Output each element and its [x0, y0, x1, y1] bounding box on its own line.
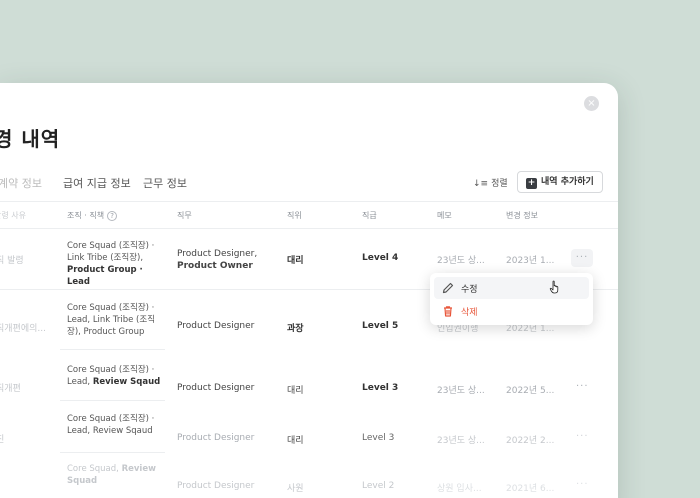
pencil-icon — [442, 282, 454, 294]
col-header-org: 조직 · 직책? — [67, 210, 118, 221]
position-cell: 사원 — [287, 484, 304, 494]
col-header-change: 변경 정보 — [506, 211, 538, 220]
job-cell: Product Designer — [177, 481, 255, 491]
position-cell: 대리 — [287, 386, 304, 396]
help-icon[interactable]: ? — [107, 211, 118, 221]
row-divider — [0, 228, 618, 229]
reason-cell: 진 — [0, 435, 5, 445]
memo-cell: 상원 입사... — [437, 484, 482, 494]
org-cell: Core Squad, Review Squad — [67, 464, 156, 486]
change-cell: 2022년 2... — [506, 436, 555, 446]
org-cell: Core Squad (조직장) · Lead, Review Sqaud — [67, 414, 155, 436]
modal-title: 경 내역 — [0, 127, 61, 151]
job-cell: Product Designer — [177, 321, 255, 331]
col-header-memo: 메모 — [437, 211, 452, 220]
memo-cell: 23년도 상... — [437, 256, 485, 266]
row-divider — [60, 452, 165, 453]
reason-cell: 직개편에의... — [0, 324, 46, 334]
sort-label: 정렬 — [491, 179, 508, 189]
sort-button[interactable]: ↓≡ 정렬 — [473, 176, 508, 189]
col-header-grade: 직급 — [362, 211, 377, 220]
trash-icon — [444, 306, 452, 317]
tab-contract-info[interactable]: 계약 정보 — [0, 175, 42, 191]
grade-cell: Level 2 — [362, 481, 395, 491]
edit-menu-item[interactable]: 수정 — [434, 277, 589, 299]
more-options-icon[interactable]: ··· — [576, 431, 589, 442]
more-options-icon[interactable]: ··· — [576, 479, 589, 490]
job-cell: Product Designer — [177, 383, 255, 393]
plus-icon: + — [526, 178, 537, 189]
header-divider — [0, 201, 618, 202]
edit-label: 수정 — [461, 285, 478, 295]
memo-cell: 23년도 상... — [437, 436, 485, 446]
row-divider — [60, 400, 165, 401]
change-cell: 2022년 5... — [506, 386, 555, 396]
position-cell: 과장 — [287, 324, 304, 334]
delete-label: 삭제 — [461, 308, 478, 318]
add-history-label: 내역 추가하기 — [541, 177, 594, 187]
col-header-position: 직위 — [287, 211, 302, 220]
position-cell: 대리 — [287, 256, 304, 266]
memo-cell: 23년도 상... — [437, 386, 485, 396]
reason-cell: 직개편 — [0, 384, 21, 394]
position-cell: 대리 — [287, 436, 304, 446]
more-options-icon[interactable]: ··· — [571, 249, 593, 267]
tab-work-info[interactable]: 근무 정보 — [143, 175, 187, 191]
row-divider — [60, 349, 165, 350]
col-header-job: 직무 — [177, 211, 192, 220]
grade-cell: Level 3 — [362, 383, 399, 393]
tab-payroll-info[interactable]: 급여 지급 정보 — [63, 175, 131, 191]
change-cell: 2023년 1... — [506, 256, 555, 266]
reason-cell: 직 발령 — [0, 256, 24, 266]
hand-cursor-icon — [549, 280, 559, 294]
org-cell: Core Squad (조직장) · Link Tribe (조직장), Pro… — [67, 241, 155, 287]
change-cell: 2021년 6... — [506, 484, 555, 494]
more-options-icon[interactable]: ··· — [576, 381, 589, 392]
org-cell: Core Squad (조직장) · Lead, Link Tribe (조직장… — [67, 303, 156, 337]
row-context-menu: 수정 삭제 — [430, 273, 593, 325]
org-cell: Core Squad (조직장) · Lead, Review Sqaud — [67, 365, 161, 387]
job-cell: Product Designer, Product Owner — [177, 249, 258, 271]
add-history-button[interactable]: + 내역 추가하기 — [517, 171, 603, 193]
job-cell: Product Designer — [177, 433, 255, 443]
grade-cell: Level 5 — [362, 321, 399, 331]
sort-icon: ↓≡ — [473, 179, 489, 189]
delete-menu-item[interactable]: 삭제 — [434, 300, 589, 322]
col-header-reason: 발령 사유 — [0, 211, 26, 220]
grade-cell: Level 3 — [362, 433, 395, 443]
close-icon[interactable]: × — [584, 96, 599, 111]
grade-cell: Level 4 — [362, 253, 399, 263]
